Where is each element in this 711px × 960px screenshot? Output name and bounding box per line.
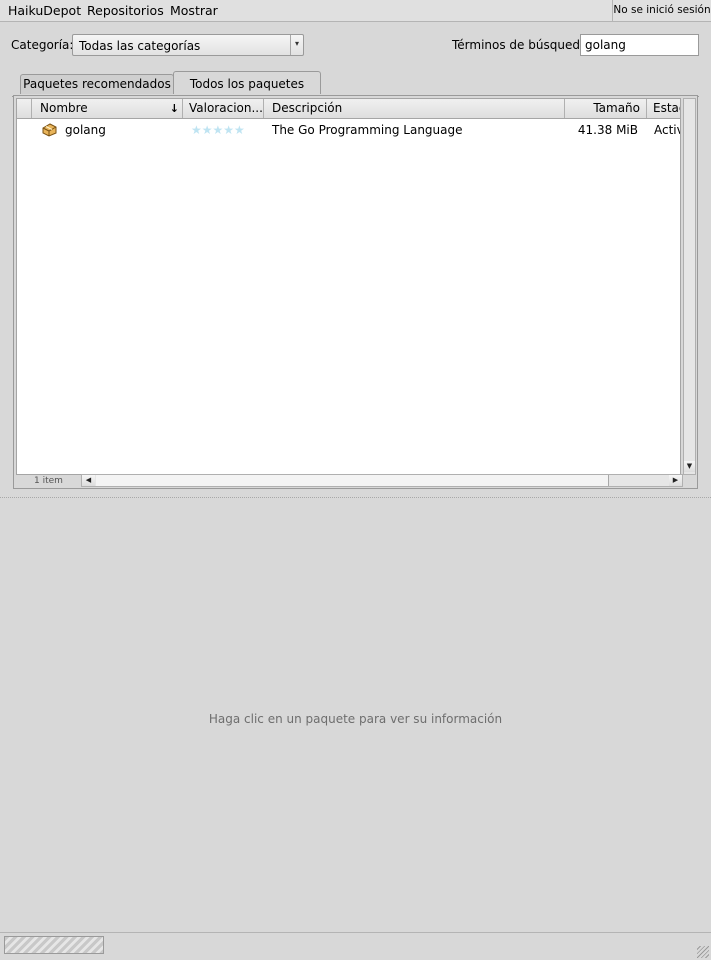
resize-grip-icon[interactable] [697,946,709,958]
pane-splitter[interactable] [0,497,711,503]
package-icon [41,122,58,140]
menu-haikudepot[interactable]: HaikuDepot [8,3,81,18]
column-name-label: Nombre [40,101,88,115]
package-list: Nombre ↓ Valoracion... Descripción Tamañ… [16,98,681,475]
menu-repositorios[interactable]: Repositorios [87,3,164,18]
search-input[interactable] [580,34,699,56]
package-description: The Go Programming Language [272,123,463,137]
progress-bar [4,936,104,954]
tab-paquetes-recomendados[interactable]: Paquetes recomendados [20,74,174,94]
column-rating[interactable]: Valoracion... [183,99,264,118]
package-size: 41.38 MiB [577,123,638,137]
search-label: Términos de búsqueda [452,38,588,52]
category-label: Categoría: [11,38,74,52]
horizontal-scrollbar[interactable]: ◀ ▶ [81,474,683,487]
scroll-right-icon[interactable]: ▶ [669,475,682,486]
column-size[interactable]: Tamaño [565,99,647,118]
detail-hint: Haga clic en un paquete para ver su info… [208,712,503,726]
menu-mostrar[interactable]: Mostrar [170,3,218,18]
package-list-panel: Nombre ↓ Valoracion... Descripción Tamañ… [13,95,698,489]
vertical-scrollbar[interactable]: ▼ [683,98,696,475]
category-value: Todas las categorías [79,39,201,53]
item-count: 1 item [34,476,63,486]
sort-descending-icon: ↓ [169,102,179,115]
column-header: Nombre ↓ Valoracion... Descripción Tamañ… [17,99,680,119]
tab-strip: Paquetes recomendados Todos los paquetes [12,71,699,97]
login-status[interactable]: No se inició sesión [612,0,711,21]
menu-bar: HaikuDepot Repositorios Mostrar No se in… [0,0,711,22]
scroll-down-icon[interactable]: ▼ [684,461,695,472]
dropdown-arrow-icon: ▾ [290,35,303,55]
scroll-thumb[interactable] [96,475,609,486]
package-status: Active [654,123,680,137]
tab-todos-los-paquetes[interactable]: Todos los paquetes [173,71,321,94]
column-status[interactable]: Estad [647,99,680,118]
package-name: golang [65,123,106,137]
category-select[interactable]: Todas las categorías ▾ [72,34,304,56]
column-name[interactable]: Nombre ↓ [32,99,183,118]
table-row[interactable]: golang ★★★★★ The Go Programming Language… [17,119,680,141]
column-description[interactable]: Descripción [264,99,565,118]
column-header-spacer [17,99,32,118]
scroll-left-icon[interactable]: ◀ [82,475,95,486]
horizontal-scroll-area: 1 item ◀ ▶ [16,474,683,488]
status-bar [0,932,711,960]
rating-stars: ★★★★★ [191,123,245,137]
